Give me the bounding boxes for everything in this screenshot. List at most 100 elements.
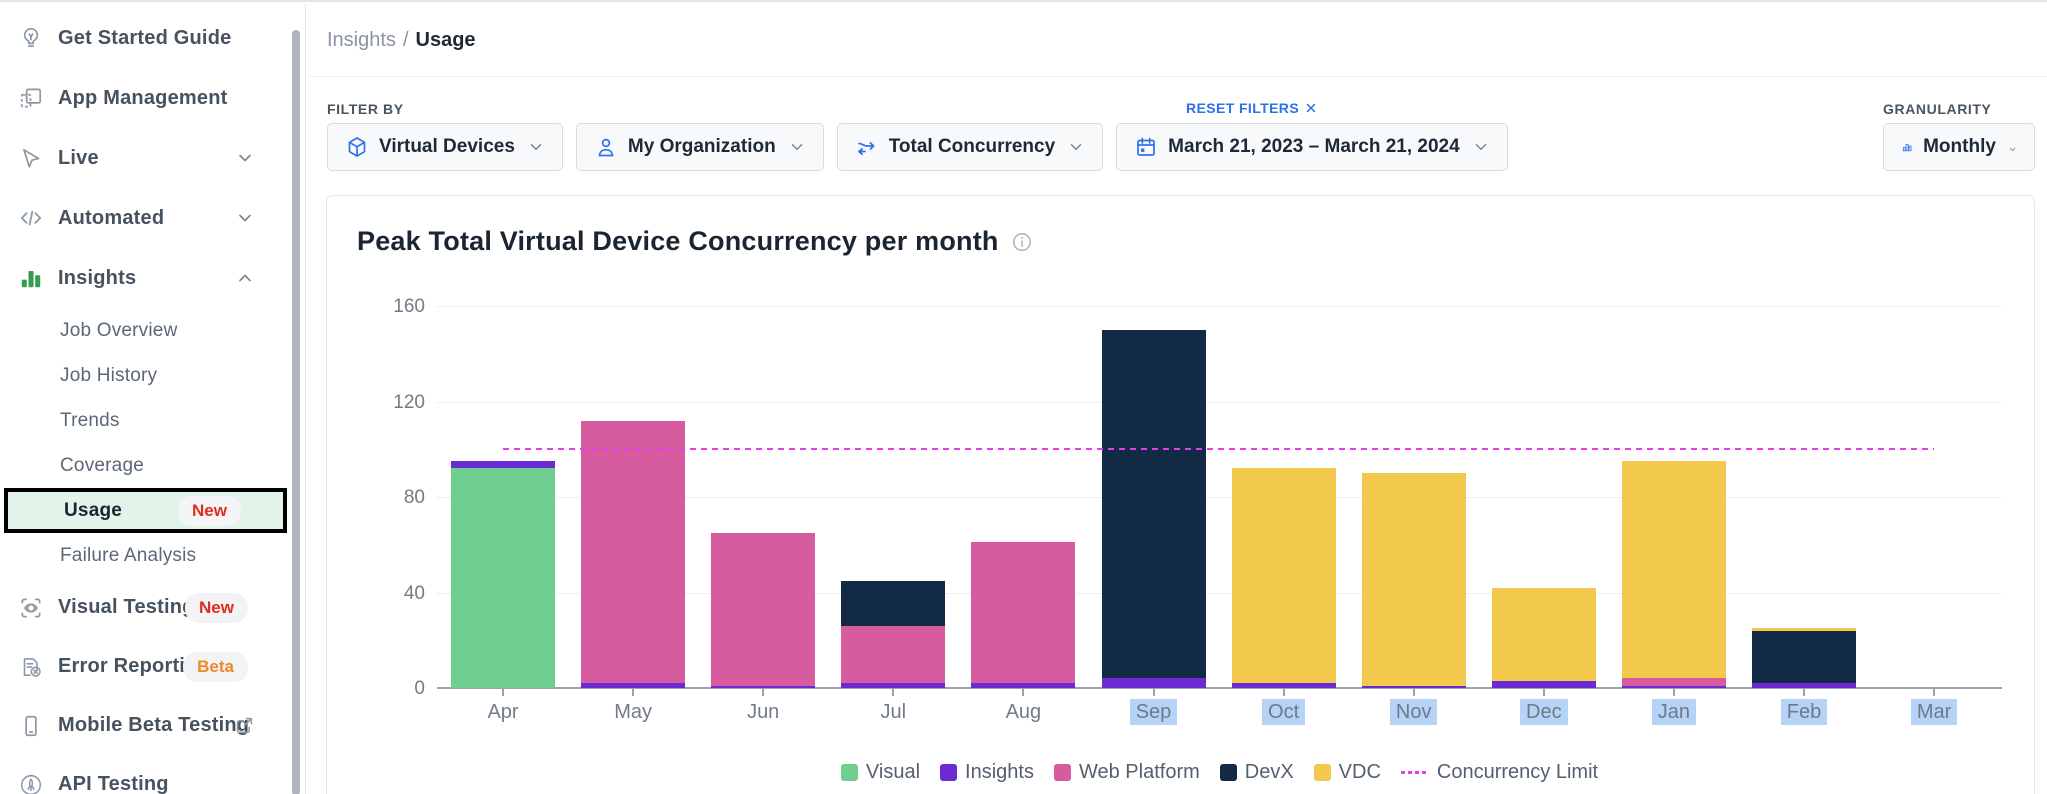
sidebar-item-label: Automated: [58, 207, 164, 230]
sidebar-item-label: Job History: [60, 365, 157, 387]
legend-label: Concurrency Limit: [1437, 761, 1598, 784]
granularity-dropdown[interactable]: Monthly: [1883, 123, 2035, 171]
bar-segment-web-platform-jun[interactable]: [711, 533, 815, 686]
breadcrumb-separator: /: [403, 29, 409, 52]
legend-swatch: [1220, 764, 1237, 781]
bar-segment-insights-jun[interactable]: [711, 686, 815, 688]
x-axis-tick: [1543, 689, 1545, 696]
chart-legend: Visual Insights Web Platform DevX VDC Concurr…: [437, 761, 2002, 784]
chevron-down-icon: [2008, 138, 2017, 156]
sidebar-item-label: Insights: [58, 267, 136, 290]
bar-segment-devx-jul[interactable]: [841, 581, 945, 626]
x-axis-tick: [1803, 689, 1805, 696]
filter-value: Total Concurrency: [889, 136, 1055, 158]
bar-segment-vdc-jan[interactable]: [1622, 461, 1726, 678]
legend-item-concurrency-limit[interactable]: Concurrency Limit: [1401, 761, 1598, 784]
reset-filters-button[interactable]: RESET FILTERS: [1186, 100, 1318, 116]
bar-segment-web-platform-jul[interactable]: [841, 626, 945, 683]
granularity-value: Monthly: [1923, 136, 1996, 158]
filter-value: March 21, 2023 – March 21, 2024: [1168, 136, 1460, 158]
sidebar-item-job-overview[interactable]: Job Overview: [0, 308, 289, 353]
bar-segment-devx-feb[interactable]: [1752, 631, 1856, 684]
bar-segment-vdc-nov[interactable]: [1362, 473, 1466, 685]
sidebar-item-failure-analysis[interactable]: Failure Analysis: [0, 533, 289, 578]
sidebar-item-api-testing[interactable]: API Testing: [0, 755, 289, 794]
bar-segment-vdc-dec[interactable]: [1492, 588, 1596, 681]
bar-segment-web-platform-jan[interactable]: [1622, 678, 1726, 685]
chevron-down-icon: [235, 208, 255, 228]
bar-segment-devx-sep[interactable]: [1102, 330, 1206, 679]
x-axis-label-feb: Feb: [1759, 701, 1849, 724]
x-axis-tick: [1022, 689, 1024, 696]
x-axis-label-jan: Jan: [1629, 701, 1719, 724]
sidebar-item-label: Live: [58, 147, 99, 170]
legend-label: DevX: [1245, 761, 1294, 784]
chevron-down-icon: [1472, 138, 1490, 156]
filter-by-label: FILTER BY: [327, 101, 404, 117]
legend-item-web-platform[interactable]: Web Platform: [1054, 761, 1200, 784]
sidebar-item-get-started-guide[interactable]: Get Started Guide: [0, 8, 289, 68]
error-doc-icon: [18, 654, 44, 680]
bar-segment-insights-nov[interactable]: [1362, 686, 1466, 688]
sidebar-item-automated[interactable]: Automated: [0, 188, 289, 248]
bar-segment-insights-may[interactable]: [581, 683, 685, 688]
y-axis-tick-label: 0: [365, 678, 425, 700]
filter-row: Virtual Devices My Organization Total Conc…: [327, 123, 1508, 171]
bar-segment-insights-sep[interactable]: [1102, 678, 1206, 688]
breadcrumb-section[interactable]: Insights: [327, 29, 396, 52]
bar-chart-icon: [18, 265, 44, 291]
bar-segment-insights-aug[interactable]: [971, 683, 1075, 688]
chevron-up-icon: [235, 268, 255, 288]
sidebar-item-usage[interactable]: UsageNew: [4, 488, 287, 533]
bar-segment-insights-apr[interactable]: [451, 461, 555, 468]
legend-item-insights[interactable]: Insights: [940, 761, 1034, 784]
filter-value: My Organization: [628, 136, 776, 158]
legend-swatch: [940, 764, 957, 781]
bar-segment-insights-oct[interactable]: [1232, 683, 1336, 688]
x-axis-tick: [1413, 689, 1415, 696]
legend-item-visual[interactable]: Visual: [841, 761, 920, 784]
date-range-dropdown[interactable]: March 21, 2023 – March 21, 2024: [1116, 123, 1508, 171]
sidebar-item-live[interactable]: Live: [0, 128, 289, 188]
sidebar-item-label: Usage: [64, 500, 122, 522]
legend-item-devx[interactable]: DevX: [1220, 761, 1294, 784]
sidebar-item-mobile-beta-testing[interactable]: Mobile Beta Testing: [0, 696, 289, 755]
bar-segment-web-platform-aug[interactable]: [971, 542, 1075, 683]
external-link-icon: [233, 715, 255, 737]
sidebar-item-visual-testing[interactable]: Visual TestingNew: [0, 578, 289, 637]
sidebar-item-trends[interactable]: Trends: [0, 398, 289, 443]
granularity-bars-icon: [1901, 135, 1913, 159]
bar-segment-insights-jul[interactable]: [841, 683, 945, 688]
x-axis-tick: [632, 689, 634, 696]
legend-item-vdc[interactable]: VDC: [1314, 761, 1381, 784]
metric-dropdown[interactable]: Total Concurrency: [837, 123, 1103, 171]
legend-dash-swatch: [1401, 771, 1429, 774]
sidebar-item-app-management[interactable]: App Management: [0, 68, 289, 128]
bar-segment-vdc-feb[interactable]: [1752, 628, 1856, 630]
sidebar-item-insights[interactable]: Insights: [0, 248, 289, 308]
x-axis-label-jul: Jul: [848, 701, 938, 724]
sidebar-item-job-history[interactable]: Job History: [0, 353, 289, 398]
gridline: [437, 402, 2002, 403]
bar-segment-visual-apr[interactable]: [451, 468, 555, 688]
bar-segment-vdc-oct[interactable]: [1232, 468, 1336, 683]
legend-label: Visual: [866, 761, 920, 784]
sidebar-item-coverage[interactable]: Coverage: [0, 443, 289, 488]
bar-segment-web-platform-may[interactable]: [581, 421, 685, 684]
x-axis-label-nov: Nov: [1369, 701, 1459, 724]
sidebar-item-label: API Testing: [58, 773, 169, 794]
bar-segment-insights-dec[interactable]: [1492, 681, 1596, 688]
sidebar-item-label: Get Started Guide: [58, 27, 231, 50]
device-type-dropdown[interactable]: Virtual Devices: [327, 123, 563, 171]
rocket-icon: [18, 772, 44, 794]
gridline: [437, 306, 2002, 307]
x-axis-label-apr: Apr: [458, 701, 548, 724]
chevron-down-icon: [527, 138, 545, 156]
x-axis-tick: [502, 689, 504, 696]
sidebar-item-error-reporting[interactable]: Error ReportingBeta: [0, 637, 289, 696]
bar-segment-insights-feb[interactable]: [1752, 683, 1856, 688]
organization-dropdown[interactable]: My Organization: [576, 123, 824, 171]
bar-segment-insights-jan[interactable]: [1622, 686, 1726, 688]
sidebar-scrollbar[interactable]: [292, 30, 300, 794]
beta-badge: Beta: [183, 652, 248, 682]
